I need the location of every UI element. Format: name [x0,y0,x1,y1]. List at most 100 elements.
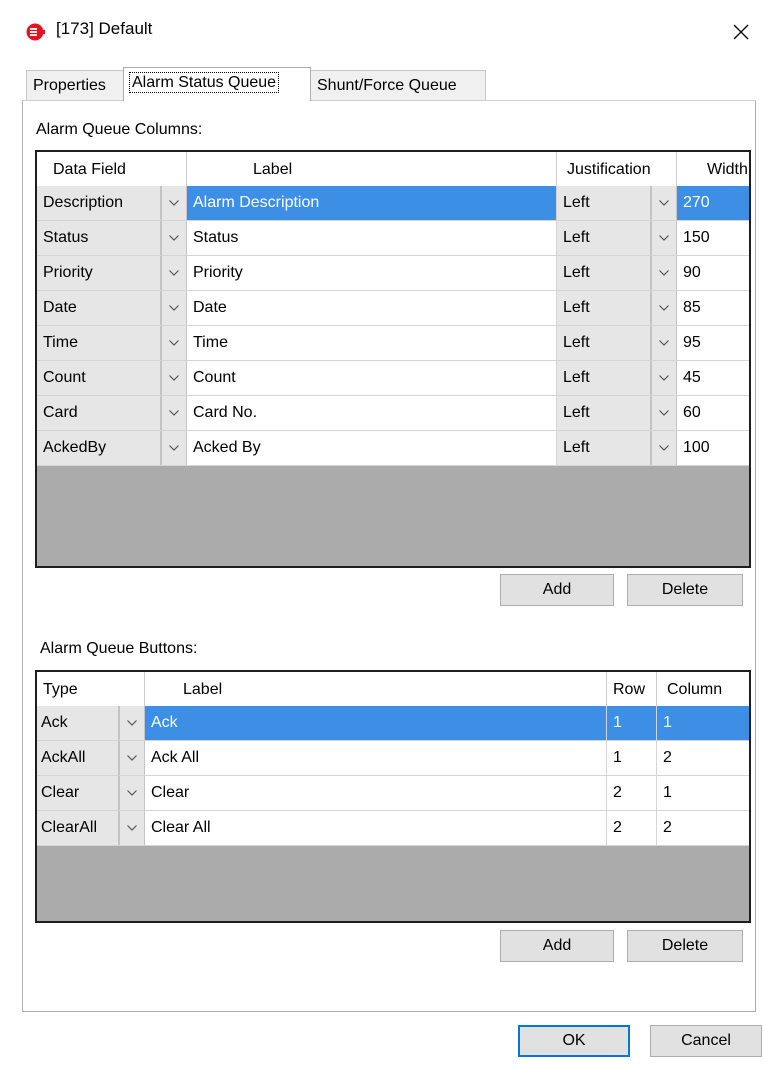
tab-shunt-force-queue[interactable]: Shunt/Force Queue [310,70,486,100]
type-dropdown[interactable] [119,706,145,740]
data-field-combo[interactable]: Priority [37,256,161,290]
buttons-delete-button[interactable]: Delete [627,930,743,962]
cancel-button[interactable]: Cancel [650,1025,762,1057]
buttons-add-button[interactable]: Add [500,930,614,962]
header-column[interactable]: Column [657,672,749,706]
data-field-dropdown[interactable] [161,256,187,290]
data-field-combo[interactable]: Time [37,326,161,360]
justification-combo[interactable]: Left [557,186,651,220]
header-width[interactable]: Width [677,152,749,186]
table-row[interactable]: ClearAll Clear All 2 2 [37,811,749,846]
label-cell[interactable]: Card No. [187,396,557,430]
table-row[interactable]: Time Time Left 95 [37,326,749,361]
data-field-combo[interactable]: Date [37,291,161,325]
type-combo[interactable]: ClearAll [37,811,119,845]
justification-dropdown[interactable] [651,361,677,395]
table-row[interactable]: Count Count Left 45 [37,361,749,396]
justification-dropdown[interactable] [651,326,677,360]
justification-combo[interactable]: Left [557,221,651,255]
column-cell[interactable]: 2 [657,811,749,845]
width-cell[interactable]: 95 [677,326,749,360]
justification-combo[interactable]: Left [557,361,651,395]
justification-dropdown[interactable] [651,431,677,465]
tab-alarm-status-queue[interactable]: Alarm Status Queue [123,67,311,101]
data-field-combo[interactable]: Description [37,186,161,220]
header-label[interactable]: Label [145,672,607,706]
justification-dropdown[interactable] [651,256,677,290]
label-cell[interactable]: Ack All [145,741,607,775]
header-label[interactable]: Label [187,152,557,186]
data-field-dropdown[interactable] [161,361,187,395]
data-field-dropdown[interactable] [161,431,187,465]
label-cell[interactable]: Status [187,221,557,255]
row-cell[interactable]: 2 [607,811,657,845]
justification-dropdown[interactable] [651,221,677,255]
width-cell[interactable]: 150 [677,221,749,255]
alarm-queue-columns-grid[interactable]: Data Field Label Justification Width Des… [35,150,751,568]
ok-button[interactable]: OK [518,1025,630,1057]
label-cell[interactable]: Time [187,326,557,360]
width-cell[interactable]: 85 [677,291,749,325]
column-cell[interactable]: 1 [657,776,749,810]
table-row[interactable]: Ack Ack 1 1 [37,706,749,741]
table-row[interactable]: Clear Clear 2 1 [37,776,749,811]
header-justification[interactable]: Justification [557,152,677,186]
table-row[interactable]: Date Date Left 85 [37,291,749,326]
close-button[interactable] [718,10,764,54]
data-field-dropdown[interactable] [161,326,187,360]
justification-dropdown[interactable] [651,396,677,430]
header-row[interactable]: Row [607,672,657,706]
width-cell[interactable]: 100 [677,431,749,465]
type-dropdown[interactable] [119,776,145,810]
table-row[interactable]: Status Status Left 150 [37,221,749,256]
label-cell[interactable]: Acked By [187,431,557,465]
label-cell[interactable]: Clear All [145,811,607,845]
type-dropdown[interactable] [119,741,145,775]
justification-combo[interactable]: Left [557,256,651,290]
justification-dropdown[interactable] [651,291,677,325]
justification-combo[interactable]: Left [557,431,651,465]
data-field-combo[interactable]: Card [37,396,161,430]
label-cell[interactable]: Priority [187,256,557,290]
justification-combo[interactable]: Left [557,326,651,360]
data-field-dropdown[interactable] [161,396,187,430]
data-field-combo[interactable]: AckedBy [37,431,161,465]
table-row[interactable]: AckAll Ack All 1 2 [37,741,749,776]
type-dropdown[interactable] [119,811,145,845]
columns-add-button[interactable]: Add [500,574,614,606]
column-cell[interactable]: 2 [657,741,749,775]
column-cell[interactable]: 1 [657,706,749,740]
type-combo[interactable]: Ack [37,706,119,740]
table-row[interactable]: Card Card No. Left 60 [37,396,749,431]
label-cell[interactable]: Clear [145,776,607,810]
data-field-dropdown[interactable] [161,291,187,325]
row-cell[interactable]: 1 [607,741,657,775]
type-combo[interactable]: AckAll [37,741,119,775]
alarm-queue-buttons-grid[interactable]: Type Label Row Column Ack Ack 1 1 AckAll… [35,670,751,923]
data-field-combo[interactable]: Count [37,361,161,395]
data-field-combo[interactable]: Status [37,221,161,255]
columns-delete-button[interactable]: Delete [627,574,743,606]
justification-combo[interactable]: Left [557,396,651,430]
data-field-dropdown[interactable] [161,186,187,220]
row-cell[interactable]: 1 [607,706,657,740]
table-row[interactable]: Description Alarm Description Left 270 [37,186,749,221]
label-cell[interactable]: Date [187,291,557,325]
width-cell[interactable]: 45 [677,361,749,395]
table-row[interactable]: Priority Priority Left 90 [37,256,749,291]
table-row[interactable]: AckedBy Acked By Left 100 [37,431,749,466]
width-cell[interactable]: 90 [677,256,749,290]
header-data-field[interactable]: Data Field [37,152,187,186]
row-cell[interactable]: 2 [607,776,657,810]
data-field-dropdown[interactable] [161,221,187,255]
tab-properties[interactable]: Properties [26,70,124,100]
type-combo[interactable]: Clear [37,776,119,810]
header-type[interactable]: Type [37,672,145,706]
justification-dropdown[interactable] [651,186,677,220]
justification-combo[interactable]: Left [557,291,651,325]
width-cell[interactable]: 60 [677,396,749,430]
width-cell[interactable]: 270 [677,186,749,220]
label-cell[interactable]: Alarm Description [187,186,557,220]
label-cell[interactable]: Count [187,361,557,395]
label-cell[interactable]: Ack [145,706,607,740]
